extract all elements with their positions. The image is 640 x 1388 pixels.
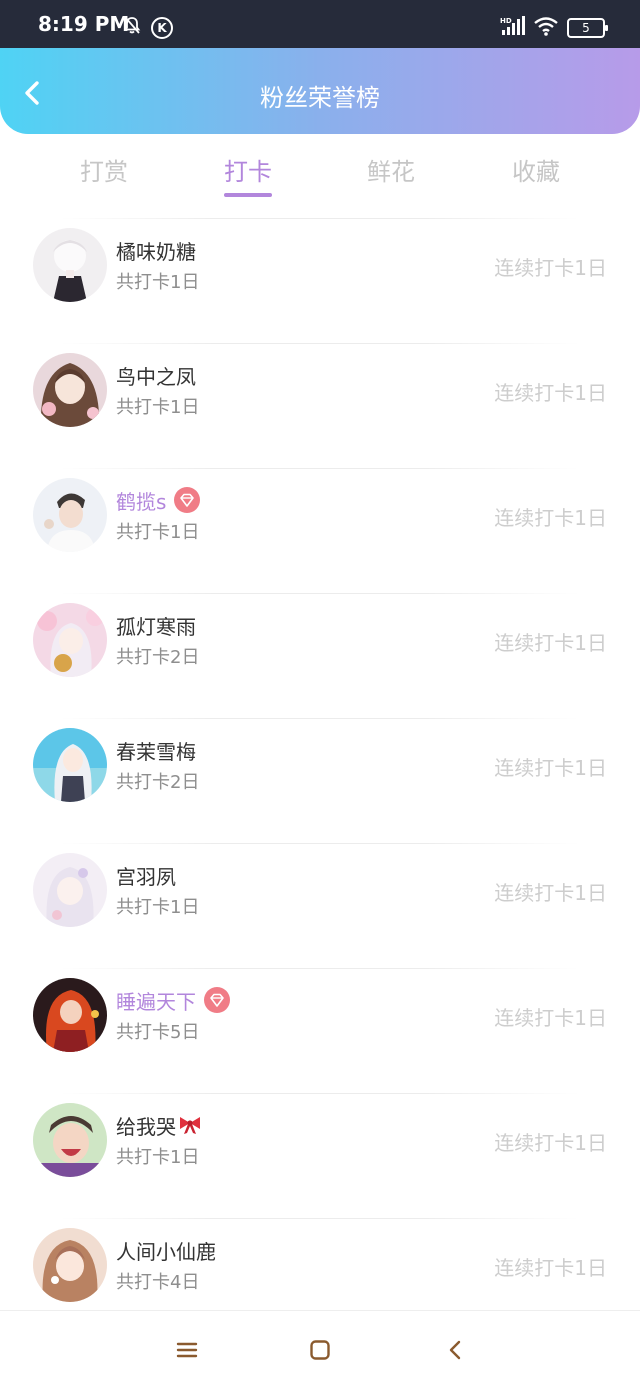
fan-total-checkins: 共打卡1日 bbox=[116, 522, 200, 543]
avatar bbox=[33, 603, 107, 677]
diamond-icon bbox=[174, 487, 201, 513]
list-item[interactable]: 孤灯寒雨 共打卡2日 连续打卡1日 bbox=[0, 593, 640, 718]
tab-tip[interactable]: 打赏 bbox=[59, 152, 149, 187]
list-item[interactable]: 春茉雪梅 共打卡2日 连续打卡1日 bbox=[0, 718, 640, 843]
signal-icon: HD bbox=[500, 16, 525, 35]
status-time: 8:19 PM bbox=[38, 12, 130, 36]
tab-favorites[interactable]: 收藏 bbox=[491, 152, 581, 187]
fan-streak: 连续打卡1日 bbox=[494, 631, 607, 655]
avatar bbox=[33, 978, 107, 1052]
fan-total-checkins: 共打卡1日 bbox=[116, 272, 200, 293]
battery-icon: 5 bbox=[567, 18, 608, 38]
divider bbox=[60, 843, 580, 844]
fan-name: 孤灯寒雨 bbox=[116, 614, 196, 639]
avatar bbox=[33, 1103, 107, 1177]
fan-streak: 连续打卡1日 bbox=[494, 1256, 607, 1280]
fan-name: 春茉雪梅 bbox=[116, 739, 196, 764]
list-item[interactable]: 鸟中之凤 共打卡1日 连续打卡1日 bbox=[0, 343, 640, 468]
system-nav-bar bbox=[0, 1310, 640, 1388]
divider bbox=[60, 468, 580, 469]
fan-total-checkins: 共打卡2日 bbox=[116, 647, 200, 668]
divider bbox=[60, 718, 580, 719]
divider bbox=[60, 1093, 580, 1094]
diamond-icon bbox=[204, 987, 230, 1013]
fan-name: 人间小仙鹿 bbox=[116, 1239, 216, 1264]
divider bbox=[60, 343, 580, 344]
fan-total-checkins: 共打卡4日 bbox=[116, 1272, 200, 1293]
back-icon[interactable] bbox=[444, 1339, 466, 1361]
list-item[interactable]: 给我哭 共打卡1日 连续打卡1日 bbox=[0, 1093, 640, 1218]
avatar bbox=[33, 1228, 107, 1302]
tab-bar: 打赏 打卡 鲜花 收藏 bbox=[0, 150, 640, 210]
avatar bbox=[33, 478, 107, 552]
status-bar: 8:19 PM K HD 5 bbox=[0, 0, 640, 48]
divider bbox=[60, 1218, 580, 1219]
fan-name: 橘味奶糖 bbox=[116, 239, 196, 264]
avatar bbox=[33, 353, 107, 427]
fan-name: 睡遍天下 bbox=[116, 989, 196, 1014]
divider bbox=[60, 968, 580, 969]
fan-streak: 连续打卡1日 bbox=[494, 506, 607, 530]
fan-streak: 连续打卡1日 bbox=[494, 1006, 607, 1030]
fan-total-checkins: 共打卡2日 bbox=[116, 772, 200, 793]
avatar bbox=[33, 228, 107, 302]
page-title: 粉丝荣誉榜 bbox=[260, 84, 380, 112]
fan-total-checkins: 共打卡1日 bbox=[116, 1147, 200, 1168]
fan-streak: 连续打卡1日 bbox=[494, 1131, 607, 1155]
fan-streak: 连续打卡1日 bbox=[494, 756, 607, 780]
divider bbox=[60, 218, 580, 219]
fan-streak: 连续打卡1日 bbox=[494, 881, 607, 905]
fan-total-checkins: 共打卡1日 bbox=[116, 397, 200, 418]
fan-name: 鹤揽s bbox=[116, 489, 167, 514]
signal-hd-label: HD bbox=[500, 17, 512, 25]
list-item[interactable]: 睡遍天下 共打卡5日 连续打卡1日 bbox=[0, 968, 640, 1093]
fan-streak: 连续打卡1日 bbox=[494, 381, 607, 405]
fan-name: 宫羽夙 bbox=[116, 864, 176, 889]
tab-flowers[interactable]: 鲜花 bbox=[346, 152, 436, 187]
fan-total-checkins: 共打卡1日 bbox=[116, 897, 200, 918]
home-square-icon[interactable] bbox=[309, 1339, 331, 1361]
list-item[interactable]: 鹤揽s 共打卡1日 连续打卡1日 bbox=[0, 468, 640, 593]
avatar bbox=[33, 853, 107, 927]
fan-total-checkins: 共打卡5日 bbox=[116, 1022, 200, 1043]
fan-list: 橘味奶糖 共打卡1日 连续打卡1日 鸟中之凤 共打卡1日 连续打卡1日 鹤揽s … bbox=[0, 218, 640, 1343]
divider bbox=[60, 593, 580, 594]
list-item[interactable]: 宫羽夙 共打卡1日 连续打卡1日 bbox=[0, 843, 640, 968]
bow-icon bbox=[180, 1117, 200, 1134]
fan-name: 给我哭 bbox=[116, 1114, 176, 1139]
fan-streak: 连续打卡1日 bbox=[494, 256, 607, 280]
k-circle-icon: K bbox=[151, 17, 173, 39]
tab-checkin[interactable]: 打卡 bbox=[203, 152, 293, 187]
avatar bbox=[33, 728, 107, 802]
menu-icon[interactable] bbox=[176, 1339, 198, 1361]
wifi-icon bbox=[534, 17, 558, 36]
bell-off-icon bbox=[123, 16, 141, 34]
list-item[interactable]: 橘味奶糖 共打卡1日 连续打卡1日 bbox=[0, 218, 640, 343]
fan-name: 鸟中之凤 bbox=[116, 364, 196, 389]
header-bar: 粉丝荣誉榜 bbox=[0, 48, 640, 134]
active-tab-indicator bbox=[224, 193, 272, 197]
